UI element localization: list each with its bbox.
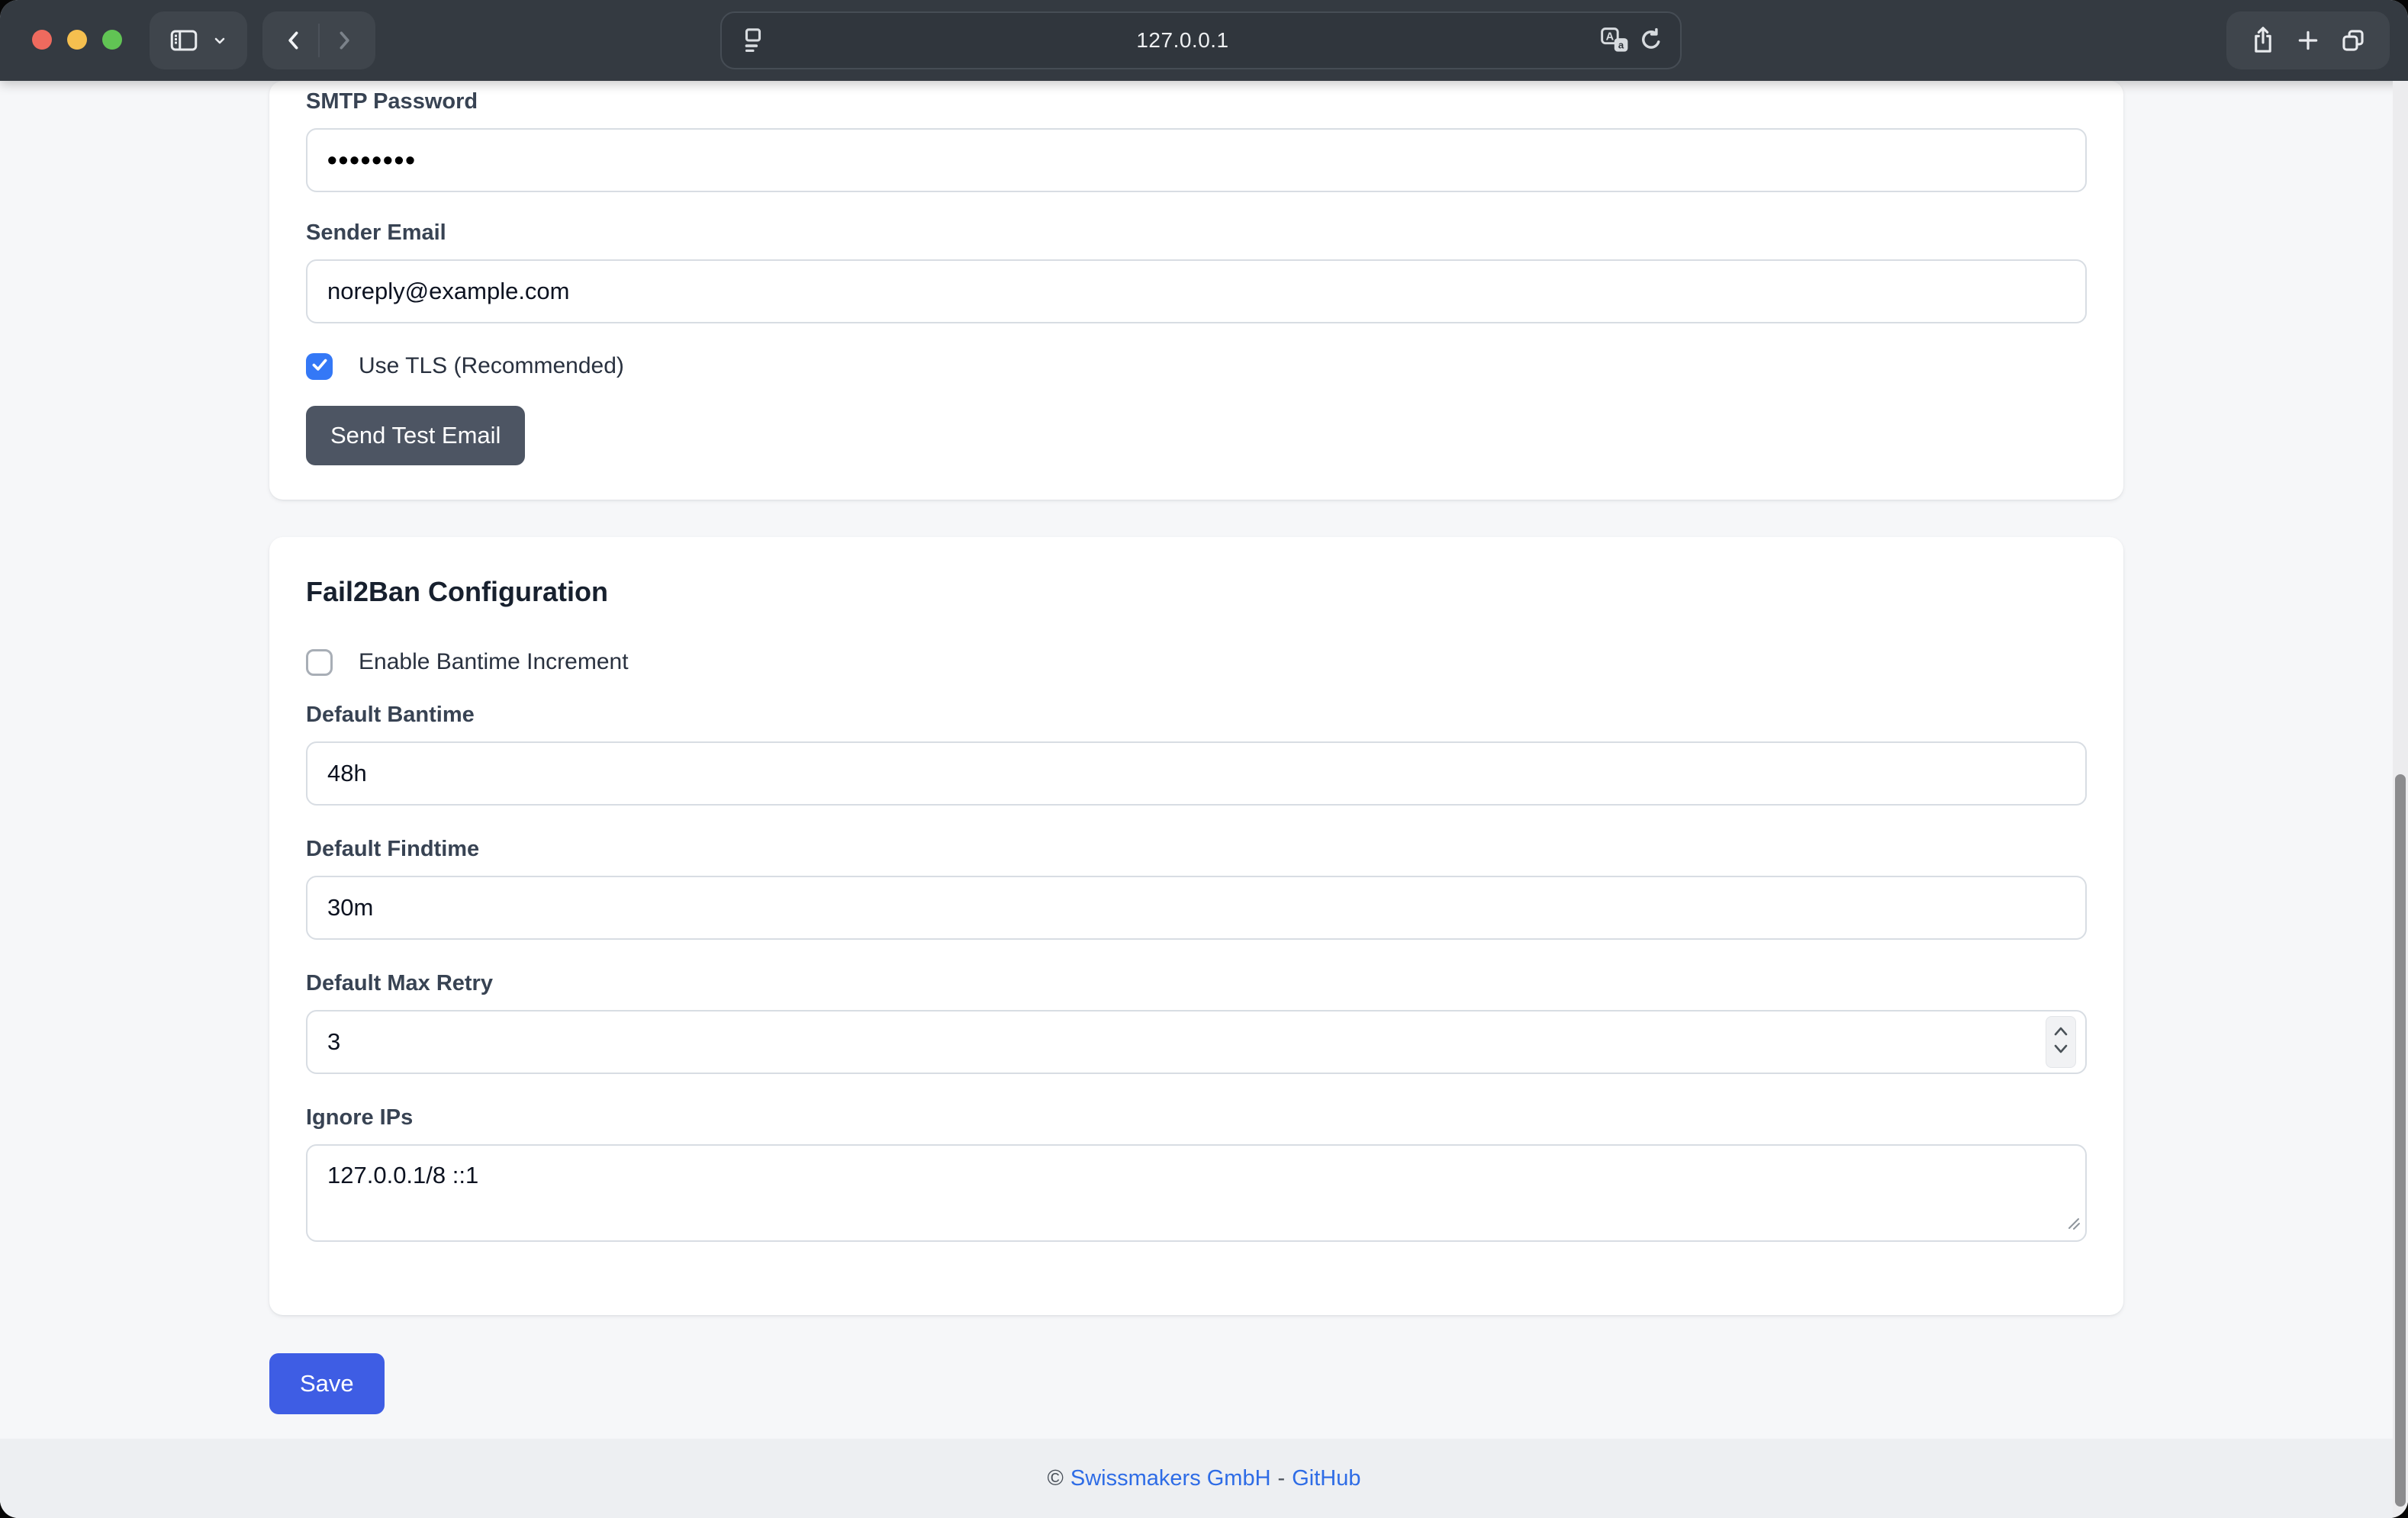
stepper-down-icon[interactable] <box>2052 1043 2069 1059</box>
browser-toolbar: 127.0.0.1 A a <box>0 0 2408 81</box>
stepper-up-icon[interactable] <box>2052 1025 2069 1041</box>
default-bantime-input[interactable] <box>306 741 2087 806</box>
scrollbar-thumb[interactable] <box>2395 774 2406 1507</box>
use-tls-checkbox[interactable] <box>306 353 333 380</box>
sender-email-label: Sender Email <box>306 220 2087 246</box>
sidebar-icon <box>168 27 200 54</box>
forward-button[interactable] <box>320 27 369 53</box>
svg-text:a: a <box>1618 40 1624 51</box>
smtp-password-label: SMTP Password <box>306 88 2087 114</box>
sidebar-toggle-button[interactable] <box>150 11 247 69</box>
save-button[interactable]: Save <box>269 1353 385 1414</box>
resize-handle-icon[interactable] <box>2067 1217 2081 1234</box>
copyright-symbol: © <box>1048 1466 1064 1491</box>
number-stepper[interactable] <box>2046 1016 2076 1068</box>
default-max-retry-label: Default Max Retry <box>306 970 2087 996</box>
translate-icon[interactable]: A a <box>1599 25 1633 56</box>
tab-overview-icon[interactable] <box>2340 27 2366 53</box>
reload-icon[interactable] <box>1637 27 1665 54</box>
use-tls-label: Use TLS (Recommended) <box>359 353 624 379</box>
bantime-increment-label: Enable Bantime Increment <box>359 649 629 675</box>
browser-window: 127.0.0.1 A a <box>0 0 2408 1518</box>
page-content: SMTP Password Sender Email Use TLS (Reco… <box>0 81 2408 1518</box>
default-bantime-label: Default Bantime <box>306 702 2087 728</box>
bantime-increment-checkbox[interactable] <box>306 649 333 676</box>
sender-email-input[interactable] <box>306 259 2087 323</box>
send-test-email-button[interactable]: Send Test Email <box>306 406 525 465</box>
back-button[interactable] <box>269 27 318 53</box>
default-findtime-label: Default Findtime <box>306 836 2087 862</box>
fail2ban-card: Fail2Ban Configuration Enable Bantime In… <box>269 537 2123 1315</box>
svg-text:A: A <box>1606 31 1614 43</box>
minimize-window-button[interactable] <box>67 30 87 50</box>
share-icon[interactable] <box>2250 25 2276 56</box>
github-link[interactable]: GitHub <box>1292 1466 1360 1491</box>
default-findtime-input[interactable] <box>306 876 2087 940</box>
close-window-button[interactable] <box>32 30 52 50</box>
footer-separator: - <box>1278 1466 1286 1491</box>
smtp-settings-card: SMTP Password Sender Email Use TLS (Reco… <box>269 81 2123 500</box>
url-text[interactable]: 127.0.0.1 <box>766 28 1599 53</box>
fail2ban-title: Fail2Ban Configuration <box>306 575 2087 609</box>
company-link[interactable]: Swissmakers GmbH <box>1070 1466 1271 1491</box>
new-tab-icon[interactable] <box>2296 28 2320 53</box>
page-settings-icon[interactable] <box>740 25 766 56</box>
nav-button-group <box>262 11 375 69</box>
scrollbar-track[interactable] <box>2393 81 2408 1518</box>
smtp-password-input[interactable] <box>306 128 2087 192</box>
default-max-retry-input[interactable] <box>306 1010 2087 1074</box>
chevron-down-icon <box>211 31 229 50</box>
ignore-ips-label: Ignore IPs <box>306 1105 2087 1130</box>
ignore-ips-textarea[interactable]: 127.0.0.1/8 ::1 <box>306 1144 2087 1242</box>
address-bar[interactable]: 127.0.0.1 A a <box>720 11 1682 69</box>
checkmark-icon <box>310 355 330 378</box>
zoom-window-button[interactable] <box>102 30 122 50</box>
page-footer: © Swissmakers GmbH - GitHub <box>0 1439 2408 1518</box>
toolbar-right-group <box>2226 11 2390 69</box>
